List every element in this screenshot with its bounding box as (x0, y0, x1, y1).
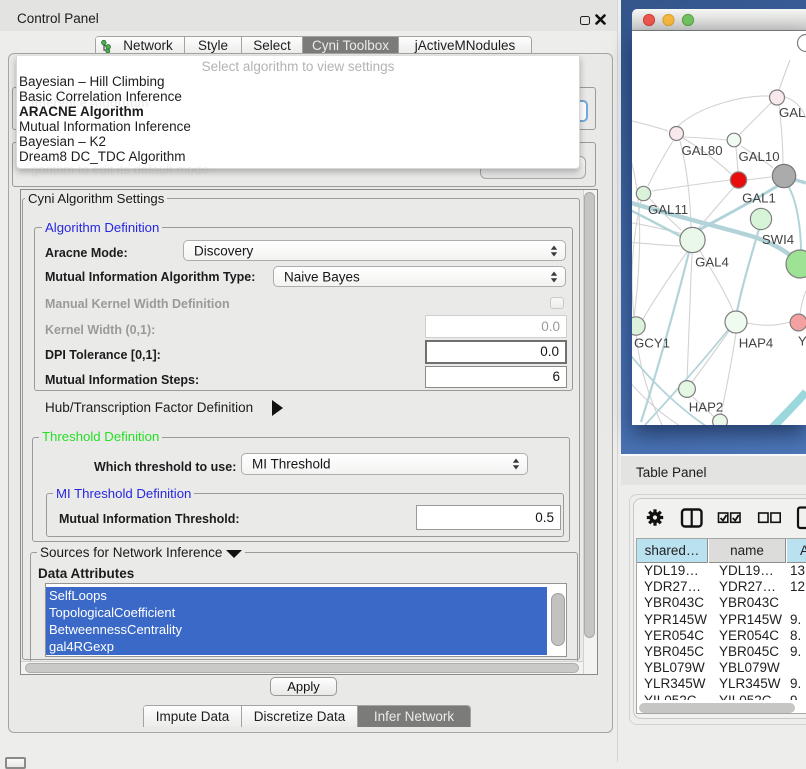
svg-text:GAL11: GAL11 (648, 202, 688, 217)
svg-text:GAL1: GAL1 (742, 191, 776, 206)
svg-text:GAL2: GAL2 (779, 105, 806, 120)
svg-text:GCY1: GCY1 (634, 336, 670, 351)
svg-text:HAP4: HAP4 (739, 336, 773, 351)
svg-text:GAL80: GAL80 (681, 143, 722, 158)
svg-text:SWI4: SWI4 (762, 232, 794, 247)
svg-text:GAL10: GAL10 (738, 149, 779, 164)
svg-text:GAL4: GAL4 (695, 255, 729, 270)
svg-text:HAP2: HAP2 (689, 400, 723, 415)
svg-text:Y: Y (798, 334, 806, 349)
